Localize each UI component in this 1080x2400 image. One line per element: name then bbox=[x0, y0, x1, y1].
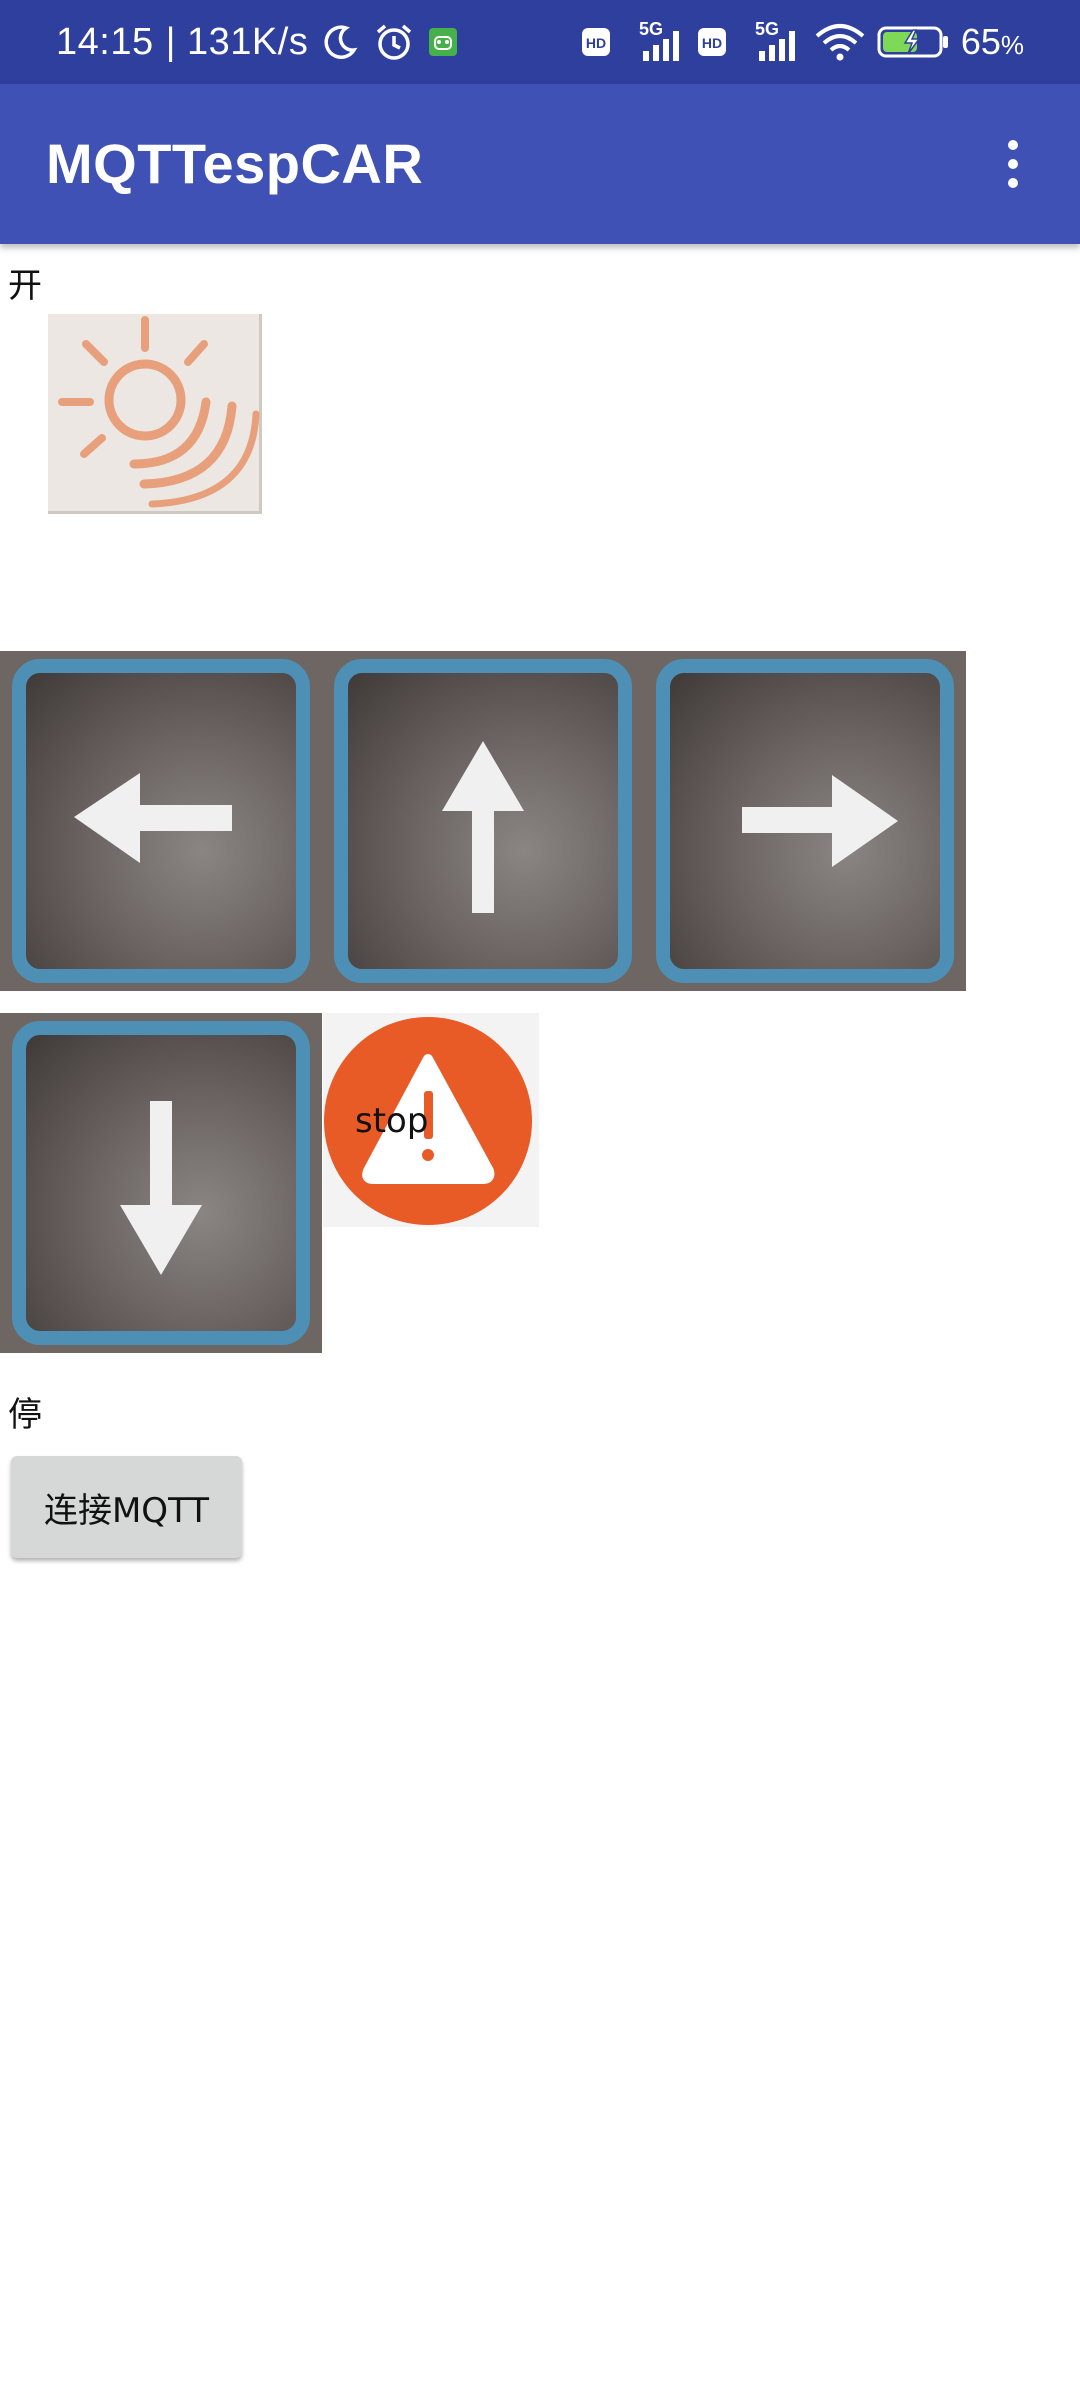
arrow-up-icon bbox=[442, 741, 524, 913]
right-button[interactable] bbox=[644, 651, 966, 991]
hd-icon: HD bbox=[697, 25, 727, 59]
network-speed: | 131K/s bbox=[165, 20, 309, 63]
left-button[interactable] bbox=[0, 651, 322, 991]
stop-button[interactable]: stop bbox=[323, 1013, 539, 1227]
cellular-5g-icon: 5G bbox=[737, 17, 803, 67]
moon-icon bbox=[320, 22, 360, 62]
arrow-right-icon bbox=[742, 775, 898, 867]
app-title: MQTTespCAR bbox=[46, 132, 424, 195]
more-vert-icon[interactable] bbox=[986, 132, 1040, 196]
status-time: 14:15 bbox=[56, 20, 154, 63]
battery-charging-icon bbox=[877, 22, 951, 62]
app-bar: MQTTespCAR bbox=[0, 84, 1080, 244]
svg-text:HD: HD bbox=[702, 35, 722, 51]
down-button[interactable] bbox=[0, 1013, 322, 1353]
status-bar: 14:15 | 131K/s HD 5G HD 5G 65% bbox=[0, 0, 1080, 84]
battery-percent: 65% bbox=[960, 21, 1024, 62]
arrow-left-icon bbox=[74, 773, 232, 863]
svg-text:5G: 5G bbox=[639, 19, 663, 39]
open-label: 开 bbox=[8, 266, 42, 306]
cellular-5g-icon: 5G bbox=[621, 17, 687, 67]
sun-light-icon[interactable] bbox=[48, 314, 262, 514]
svg-text:HD: HD bbox=[586, 35, 606, 51]
arrow-down-icon bbox=[120, 1101, 202, 1275]
stop-label: 停 bbox=[8, 1395, 42, 1435]
hd-icon: HD bbox=[581, 25, 611, 59]
wifi-icon bbox=[813, 20, 867, 64]
status-right: HD 5G HD 5G 65% bbox=[581, 0, 1024, 84]
up-button[interactable] bbox=[322, 651, 644, 991]
android-notification-icon bbox=[428, 27, 458, 57]
stop-text: stop bbox=[355, 1101, 429, 1141]
status-left: 14:15 | 131K/s bbox=[56, 0, 458, 84]
alarm-icon bbox=[372, 20, 416, 64]
svg-text:5G: 5G bbox=[755, 19, 779, 39]
connect-mqtt-button[interactable]: 连接MQTT bbox=[11, 1456, 242, 1558]
